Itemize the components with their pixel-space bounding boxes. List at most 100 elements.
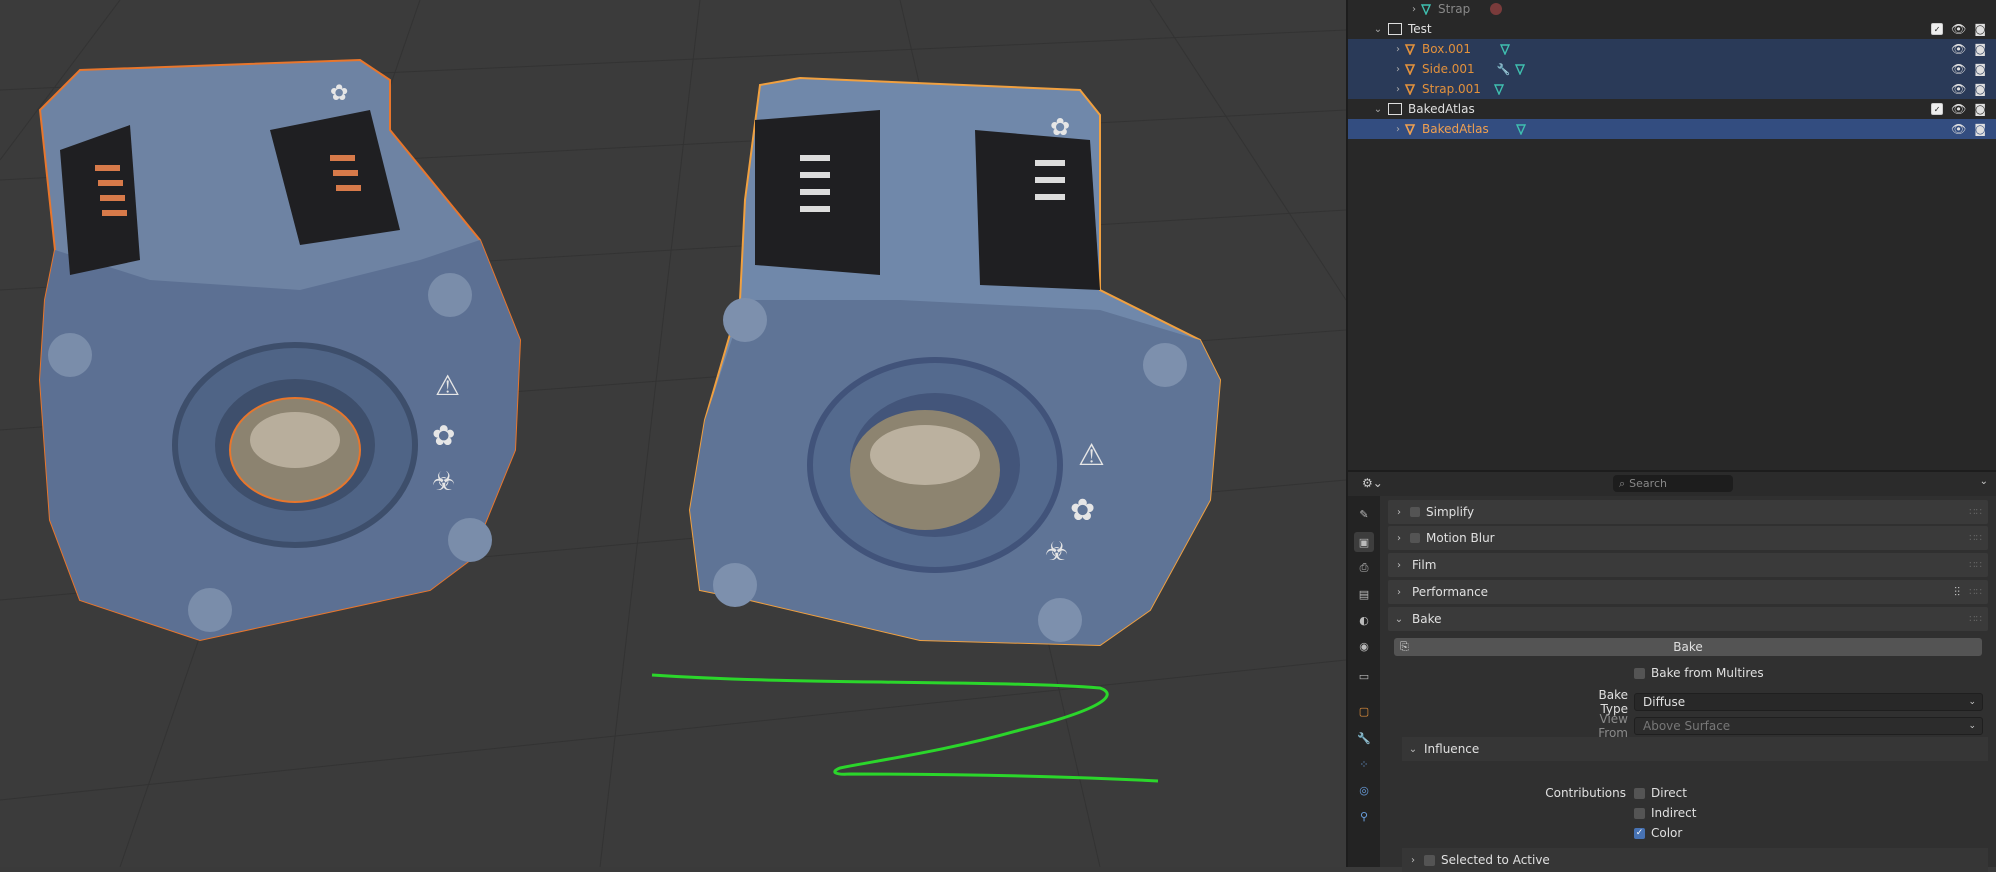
collection-icon <box>1388 23 1402 35</box>
camera-icon[interactable]: ◙ <box>1974 102 1986 116</box>
drag-grip-icon[interactable]: ∷∷ <box>1969 533 1982 544</box>
mesh-data-icon <box>1499 44 1511 55</box>
mesh-object-icon <box>1404 124 1416 135</box>
editor-type-icon[interactable]: ⚙⌄ <box>1362 476 1383 490</box>
expand-chevron-icon[interactable]: › <box>1392 64 1404 75</box>
collection-tab-icon[interactable]: ▭ <box>1354 666 1374 686</box>
panel-simplify[interactable]: › Simplify ∷∷ <box>1388 500 1988 524</box>
motion-blur-checkbox[interactable] <box>1410 533 1420 543</box>
presets-icon[interactable]: ⫶⫶ <box>1954 585 1960 600</box>
outliner-row-strap[interactable]: › Strap <box>1348 0 1996 19</box>
mesh-data-icon <box>1493 84 1505 95</box>
viewport-scene: ⚠ ✿ ☣ ✿ ⚠ ✿ ☣ ✿ <box>0 0 1346 867</box>
bake-type-dropdown[interactable]: Diffuse ⌄ <box>1634 693 1983 711</box>
svg-text:⚠: ⚠ <box>435 369 460 402</box>
outliner-row-side001[interactable]: › Side.001 🔧 👁 ◙ <box>1348 59 1996 79</box>
outliner-row-bakedatlas-collection[interactable]: ⌄ BakedAtlas ✓ 👁 ◙ <box>1348 99 1996 119</box>
exclude-checkbox[interactable]: ✓ <box>1931 23 1944 35</box>
camera-icon[interactable]: ◙ <box>1974 22 1986 36</box>
panel-film[interactable]: › Film ∷∷ <box>1388 553 1988 577</box>
search-input[interactable]: ⌕ Search <box>1613 475 1733 492</box>
particles-tab-icon[interactable]: ⁘ <box>1354 754 1374 774</box>
eye-icon[interactable]: 👁 <box>1951 62 1966 76</box>
view-layer-tab-icon[interactable]: ▤ <box>1354 584 1374 604</box>
tool-tab-icon[interactable]: ✎ <box>1354 504 1374 524</box>
drag-grip-icon[interactable]: ∷∷ <box>1969 614 1982 625</box>
eye-icon[interactable]: 👁 <box>1951 42 1966 56</box>
svg-text:☣: ☣ <box>432 467 455 497</box>
camera-icon[interactable]: ◙ <box>1974 42 1986 56</box>
3d-viewport[interactable]: ⚠ ✿ ☣ ✿ ⚠ ✿ ☣ ✿ <box>0 0 1346 867</box>
camera-icon[interactable]: ◙ <box>1974 62 1986 76</box>
bake-from-multires-checkbox[interactable] <box>1634 667 1645 679</box>
eye-icon[interactable]: 👁 <box>1951 122 1966 136</box>
svg-text:⚠: ⚠ <box>1078 438 1105 473</box>
svg-text:✿: ✿ <box>330 81 348 106</box>
eye-icon[interactable]: 👁 <box>1951 102 1966 116</box>
subpanel-selected-to-active[interactable]: › Selected to Active <box>1402 848 1988 872</box>
exclude-checkbox[interactable]: ✓ <box>1931 103 1944 115</box>
svg-text:✿: ✿ <box>1070 493 1095 528</box>
simplify-checkbox[interactable] <box>1410 507 1420 517</box>
panel-performance[interactable]: › Performance ⫶⫶ ∷∷ <box>1388 580 1988 604</box>
contrib-color-row[interactable]: ✓ Color <box>1634 826 1682 840</box>
outliner[interactable]: › Strap ⌄ Test ✓ 👁 ◙ › Box.001 👁 ◙ › Side.0… <box>1348 0 1996 470</box>
contrib-direct-row[interactable]: Direct <box>1634 786 1687 800</box>
material-icon <box>1490 3 1503 15</box>
selected-to-active-checkbox[interactable] <box>1424 854 1435 866</box>
expand-chevron-icon: › <box>1397 559 1401 571</box>
render-tab-icon[interactable]: ▣ <box>1354 532 1374 552</box>
expand-chevron-icon[interactable]: › <box>1392 124 1404 135</box>
color-checkbox[interactable]: ✓ <box>1634 827 1645 839</box>
modifier-tab-icon[interactable]: 🔧 <box>1354 728 1374 748</box>
mesh-object-icon <box>1404 64 1416 75</box>
expand-chevron-icon[interactable]: › <box>1408 4 1420 15</box>
indirect-checkbox[interactable] <box>1634 807 1645 819</box>
bake-icon: ⎘ <box>1400 640 1409 653</box>
collapse-chevron-icon[interactable]: ⌄ <box>1372 24 1384 35</box>
mesh-data-icon <box>1515 124 1526 135</box>
collapse-chevron-icon[interactable]: ⌄ <box>1372 104 1384 115</box>
direct-checkbox[interactable] <box>1634 787 1645 799</box>
outliner-row-box001[interactable]: › Box.001 👁 ◙ <box>1348 39 1996 59</box>
outliner-row-test-collection[interactable]: ⌄ Test ✓ 👁 ◙ <box>1348 19 1996 39</box>
object-tab-icon[interactable]: ▢ <box>1354 701 1374 721</box>
collection-icon <box>1388 103 1402 115</box>
output-tab-icon[interactable]: ⎙ <box>1354 558 1374 578</box>
outliner-row-bakedatlas-object[interactable]: › BakedAtlas 👁 ◙ <box>1348 119 1996 139</box>
search-icon: ⌕ <box>1619 476 1626 490</box>
expand-chevron-icon: › <box>1411 854 1415 866</box>
outliner-row-strap001[interactable]: › Strap.001 👁 ◙ <box>1348 79 1996 99</box>
camera-icon[interactable]: ◙ <box>1974 122 1986 136</box>
bake-from-multires-row[interactable]: Bake from Multires <box>1634 666 1764 680</box>
subpanel-influence[interactable]: ⌄ Influence <box>1402 737 1988 761</box>
eye-icon[interactable]: 👁 <box>1951 22 1966 36</box>
crate-left[interactable]: ⚠ ✿ ☣ ✿ <box>38 58 522 642</box>
constraints-tab-icon[interactable]: ⚲ <box>1354 806 1374 826</box>
crate-right-active[interactable]: ⚠ ✿ ☣ ✿ <box>688 76 1222 647</box>
drag-grip-icon[interactable]: ∷∷ <box>1969 560 1982 571</box>
properties-editor[interactable]: ⚙⌄ ⌕ Search ⌄ ✎ ▣ ⎙ ▤ ◐ ◉ ▭ ▢ 🔧 ⁘ ◎ ⚲ › … <box>1348 472 1996 872</box>
view-from-dropdown[interactable]: Above Surface ⌄ <box>1634 717 1983 735</box>
scene-tab-icon[interactable]: ◐ <box>1354 610 1374 630</box>
contrib-indirect-row[interactable]: Indirect <box>1634 806 1696 820</box>
outliner-row-label: Strap.001 <box>1422 82 1481 96</box>
bake-button[interactable]: ⎘ Bake <box>1394 638 1982 656</box>
mesh-object-icon <box>1404 84 1416 95</box>
svg-text:✿: ✿ <box>432 419 455 452</box>
properties-header: ⚙⌄ ⌕ Search ⌄ <box>1348 472 1996 496</box>
svg-text:✿: ✿ <box>1050 113 1070 141</box>
physics-tab-icon[interactable]: ◎ <box>1354 780 1374 800</box>
drag-grip-icon[interactable]: ∷∷ <box>1969 507 1982 518</box>
world-tab-icon[interactable]: ◉ <box>1354 636 1374 656</box>
outliner-row-label: Side.001 <box>1422 62 1475 76</box>
eye-icon[interactable]: 👁 <box>1951 82 1966 96</box>
drag-grip-icon[interactable]: ∷∷ <box>1969 587 1982 598</box>
panel-bake[interactable]: ⌄ Bake ∷∷ <box>1388 607 1988 631</box>
camera-icon[interactable]: ◙ <box>1974 82 1986 96</box>
expand-chevron-icon[interactable]: › <box>1392 84 1404 95</box>
panel-motion-blur[interactable]: › Motion Blur ∷∷ <box>1388 526 1988 550</box>
mesh-data-icon <box>1515 64 1526 75</box>
expand-chevron-icon[interactable]: › <box>1392 44 1404 55</box>
options-chevron-icon[interactable]: ⌄ <box>1980 476 1988 487</box>
